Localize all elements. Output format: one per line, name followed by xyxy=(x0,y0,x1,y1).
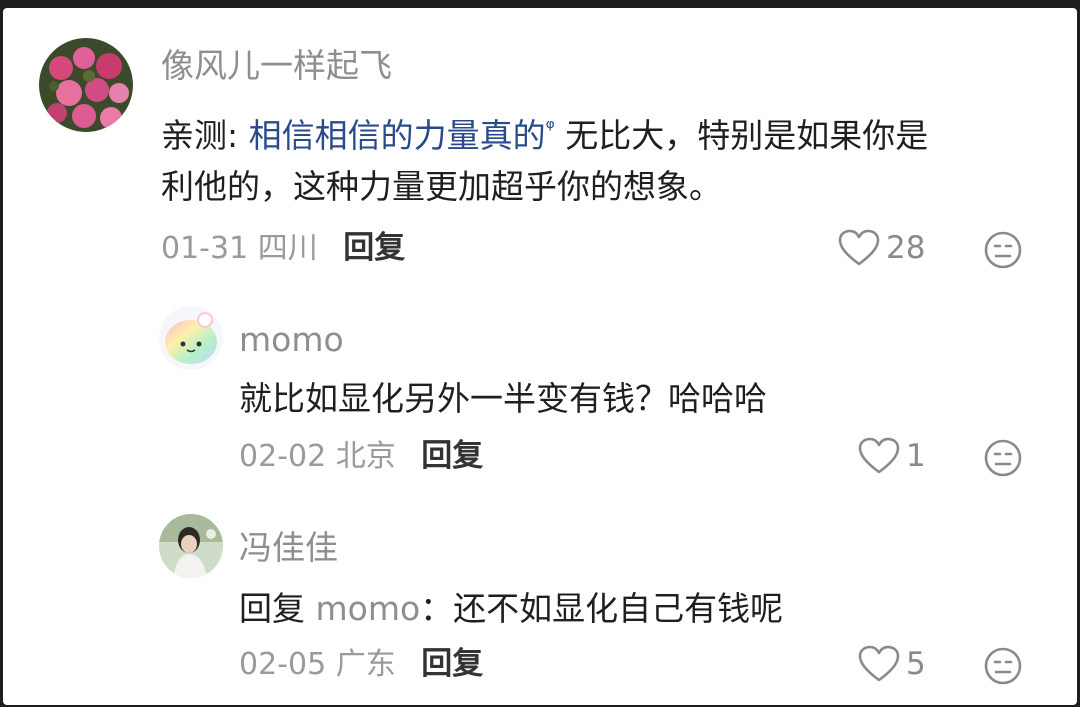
comment-meta: 02-02 北京 回复 xyxy=(239,436,483,477)
heart-outline-icon xyxy=(858,437,900,474)
comment-username[interactable]: 冯佳佳 xyxy=(239,528,338,568)
comment-meta: 02-05 广东 回复 xyxy=(239,644,483,685)
comment-meta: 01-31 四川 回复 xyxy=(161,228,405,269)
comment-text-line1: 无比大，特别是如果你是 xyxy=(565,116,929,155)
comment-text: 就比如显化另外一半变有钱？哈哈哈 xyxy=(239,379,767,418)
like-count: 28 xyxy=(886,230,926,266)
neutral-face-icon[interactable] xyxy=(983,438,1023,478)
comment-text: 亲测: 相信相信的力量真的ᵠ 无比大，特别是如果你是 xyxy=(161,100,928,165)
reply-button[interactable]: 回复 xyxy=(421,438,483,474)
neutral-face-icon[interactable] xyxy=(983,230,1023,270)
comment-panel: 像风儿一样起飞 亲测: 相信相信的力量真的ᵠ 无比大，特别是如果你是 利他的，这… xyxy=(3,8,1077,705)
comment-date: 02-02 xyxy=(239,439,327,474)
like-count: 5 xyxy=(906,646,926,682)
reply-item: 冯佳佳 回复 momo：还不如显化自己有钱呢 02-05 广东 回复 5 xyxy=(3,506,1077,705)
search-link[interactable]: 相信相信的力量真的 xyxy=(249,116,546,155)
avatar[interactable] xyxy=(39,38,133,132)
reply-text: ：还不如显化自己有钱呢 xyxy=(420,589,784,628)
comment-location: 北京 xyxy=(335,439,396,474)
avatar[interactable] xyxy=(159,514,223,578)
comment-text-line2: 利他的，这种力量更加超乎你的想象。 xyxy=(161,167,722,206)
comment-username[interactable]: momo xyxy=(239,320,344,360)
mention-link[interactable]: momo xyxy=(316,589,421,628)
reply-button[interactable]: 回复 xyxy=(421,646,483,682)
comment-text: 回复 momo：还不如显化自己有钱呢 xyxy=(239,580,783,638)
heart-outline-icon xyxy=(838,229,880,266)
comment-location: 广东 xyxy=(335,647,396,682)
avatar[interactable] xyxy=(159,306,223,370)
comment-item: 像风儿一样起飞 亲测: 相信相信的力量真的ᵠ 无比大，特别是如果你是 利他的，这… xyxy=(3,8,1077,288)
comment-location: 四川 xyxy=(257,231,318,266)
like-button[interactable]: 1 xyxy=(858,436,926,476)
like-button[interactable]: 28 xyxy=(838,228,925,268)
reply-button[interactable]: 回复 xyxy=(343,230,405,266)
reply-item: momo 就比如显化另外一半变有钱？哈哈哈 02-02 北京 回复 1 xyxy=(3,298,1077,498)
comment-username[interactable]: 像风儿一样起飞 xyxy=(161,46,392,86)
neutral-face-icon[interactable] xyxy=(983,646,1023,686)
like-count: 1 xyxy=(906,438,926,474)
like-button[interactable]: 5 xyxy=(858,644,926,684)
reply-prefix: 回复 xyxy=(239,589,305,628)
comment-prefix: 亲测: xyxy=(161,116,239,155)
comment-date: 01-31 xyxy=(161,231,249,266)
heart-outline-icon xyxy=(858,645,900,682)
comment-date: 02-05 xyxy=(239,647,327,682)
search-icon[interactable]: ᵠ xyxy=(546,116,555,141)
